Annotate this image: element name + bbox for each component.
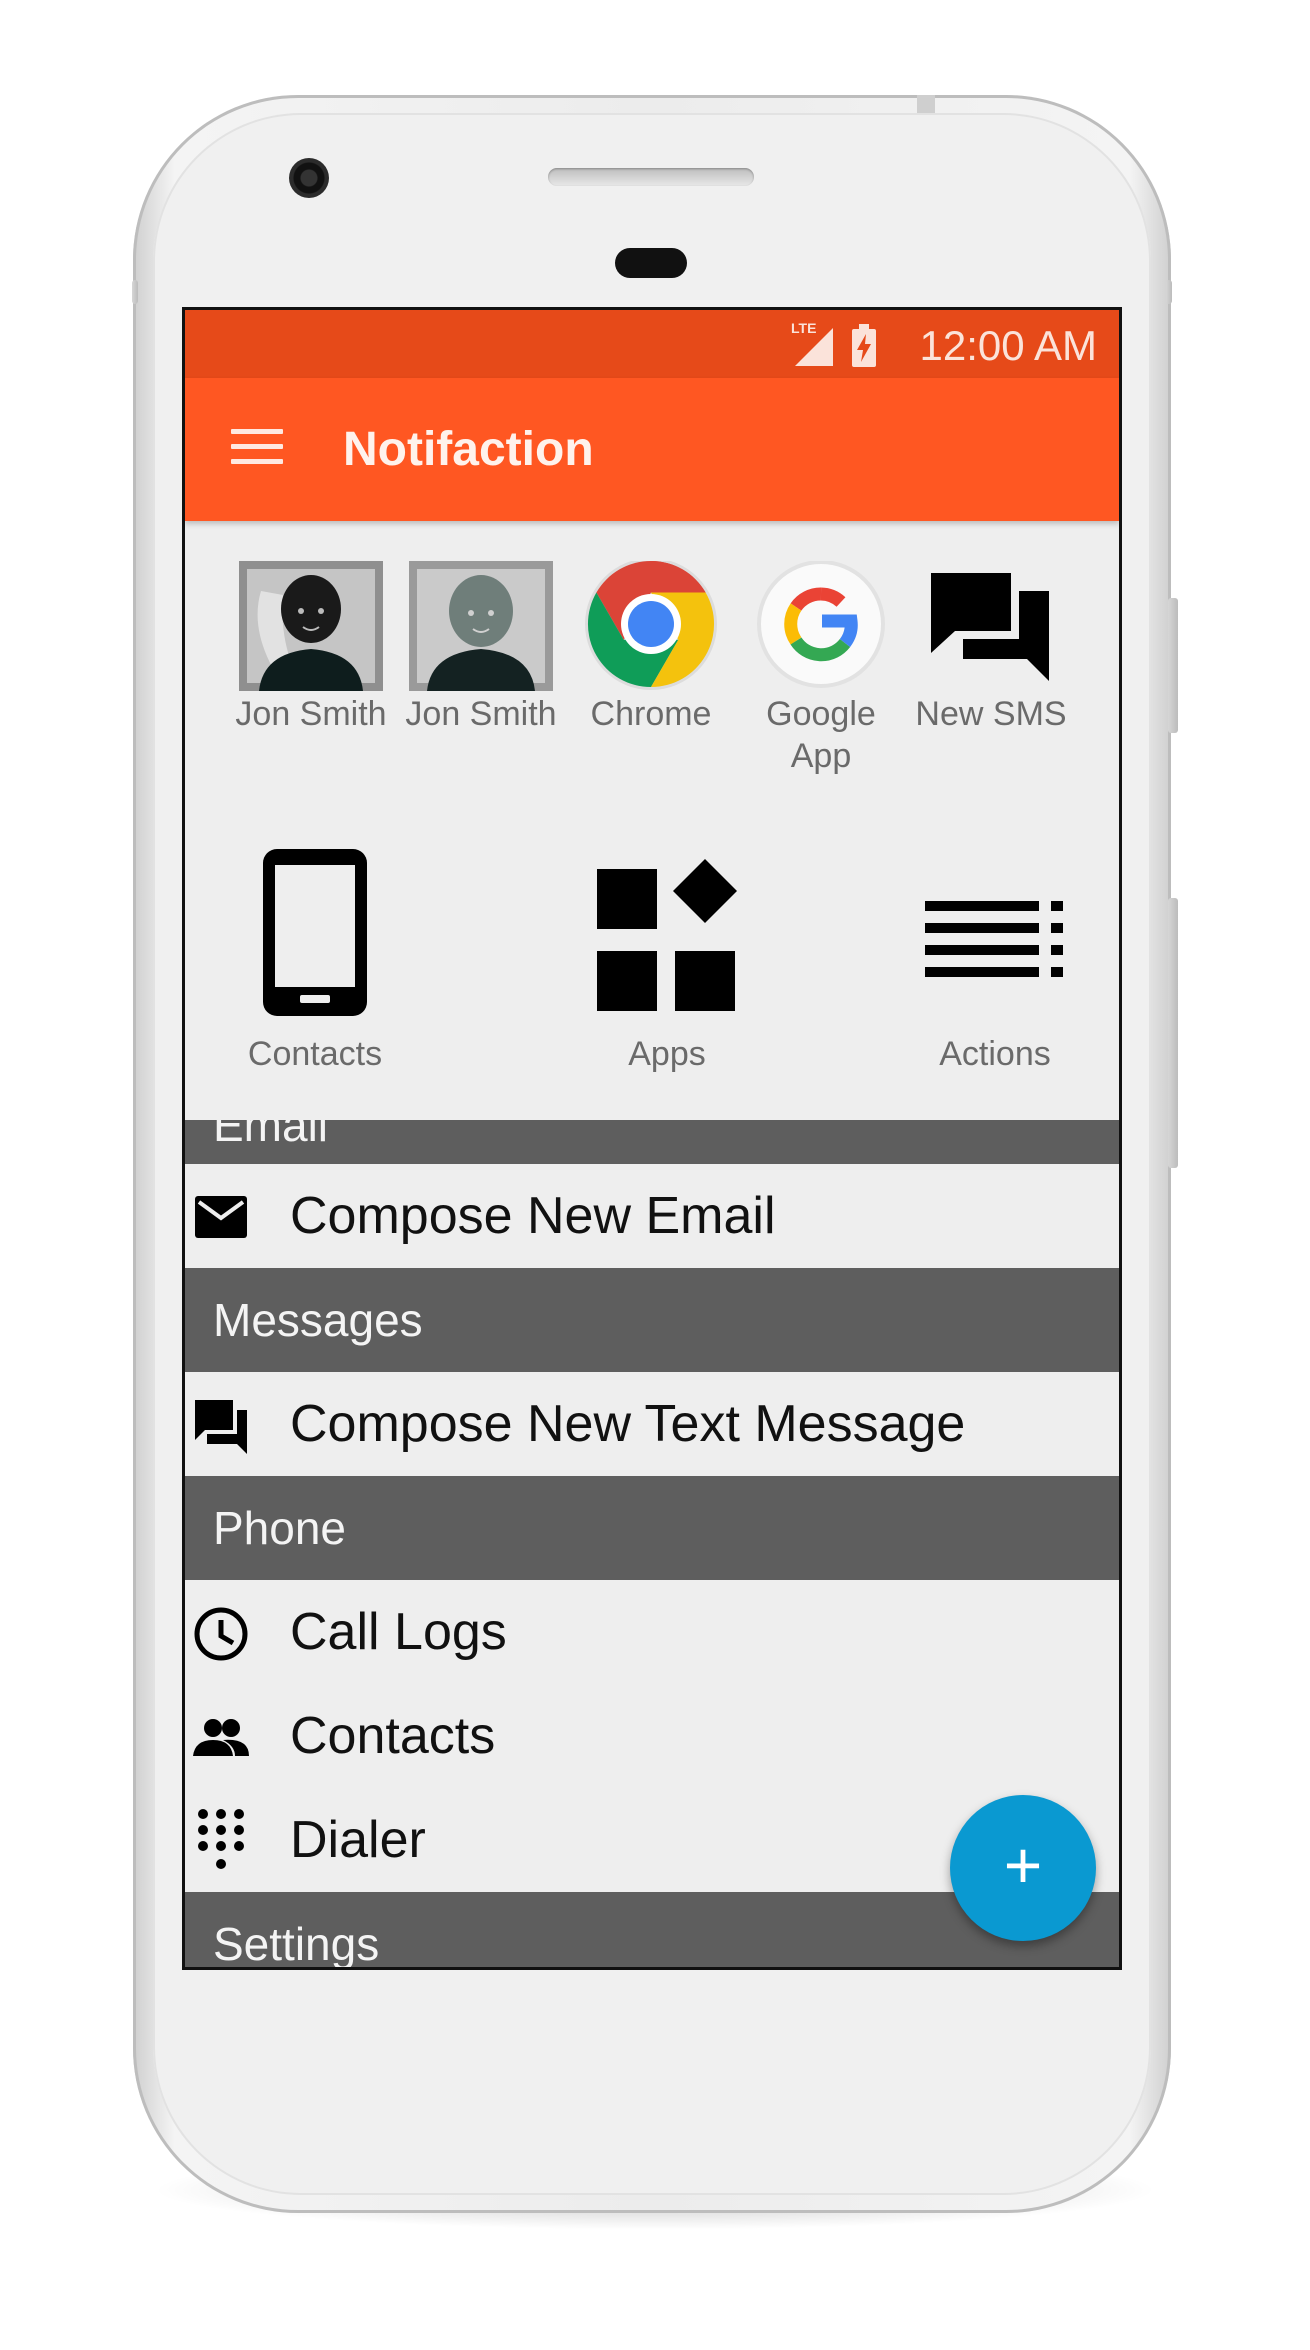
dialpad-icon: [198, 1809, 244, 1869]
chat-bubbles-icon: [919, 561, 1063, 691]
shortcut-google-app[interactable]: Google App: [736, 560, 906, 777]
add-fab-button[interactable]: +: [950, 1795, 1096, 1941]
shortcut-chrome[interactable]: Chrome: [566, 558, 736, 735]
proximity-sensor: [615, 248, 687, 278]
shortcut-contact-1[interactable]: Jon Smith: [226, 561, 396, 735]
earpiece-speaker: [548, 168, 754, 186]
shortcut-label: Jon Smith: [235, 695, 387, 733]
signal-icon: [795, 328, 833, 366]
list-item-compose-email[interactable]: Compose New Email: [185, 1164, 1119, 1268]
contact-avatar: [239, 561, 383, 691]
front-camera: [289, 158, 329, 198]
right-side-bump: [1166, 280, 1172, 304]
status-bar: LTE 12:00 AM: [185, 310, 1119, 378]
volume-button: [1168, 898, 1178, 1168]
app-title: Notifaction: [343, 423, 594, 476]
chrome-logo-icon: [579, 558, 723, 691]
shortcut-label: Google App: [766, 695, 876, 775]
status-time: 12:00 AM: [919, 322, 1097, 369]
shortcut-new-sms[interactable]: New SMS: [906, 561, 1076, 735]
hamburger-menu-icon[interactable]: [231, 429, 283, 469]
shortcut-label: Chrome: [590, 695, 712, 733]
list-item-call-logs[interactable]: Call Logs: [185, 1580, 1119, 1684]
clock-icon: [194, 1607, 248, 1661]
category-contacts[interactable]: Contacts: [185, 845, 445, 1074]
app-bar: Notifaction: [185, 378, 1119, 521]
section-header-phone: Phone: [185, 1476, 1119, 1580]
power-button: [1168, 598, 1178, 733]
shortcut-contact-2[interactable]: Jon Smith: [396, 561, 566, 735]
google-logo-icon: [749, 560, 893, 691]
shortcut-label: New SMS: [915, 695, 1067, 733]
forum-icon: [195, 1400, 247, 1454]
left-side-bump: [132, 280, 138, 304]
section-header-email: Email: [185, 1120, 1119, 1164]
smartphone-icon: [263, 849, 367, 1016]
category-label: Apps: [628, 1035, 706, 1073]
mail-icon: [195, 1196, 247, 1238]
widgets-icon: [597, 859, 737, 1011]
phone-screen: LTE 12:00 AM Notifaction Jon Smith Jon S…: [182, 307, 1122, 1970]
category-actions[interactable]: Actions: [865, 845, 1119, 1074]
top-antenna-line: [917, 95, 935, 113]
battery-charging-icon: [852, 324, 876, 367]
shortcut-label: Jon Smith: [405, 695, 557, 733]
list-item-contacts[interactable]: Contacts: [185, 1684, 1119, 1788]
people-icon: [193, 1719, 249, 1756]
list-actions-icon: [925, 901, 1063, 977]
contact-avatar: [409, 561, 553, 691]
category-apps[interactable]: Apps: [537, 845, 797, 1074]
category-label: Actions: [939, 1035, 1051, 1073]
category-label: Contacts: [247, 1035, 383, 1073]
section-header-messages: Messages: [185, 1268, 1119, 1372]
list-item-compose-text[interactable]: Compose New Text Message: [185, 1372, 1119, 1476]
